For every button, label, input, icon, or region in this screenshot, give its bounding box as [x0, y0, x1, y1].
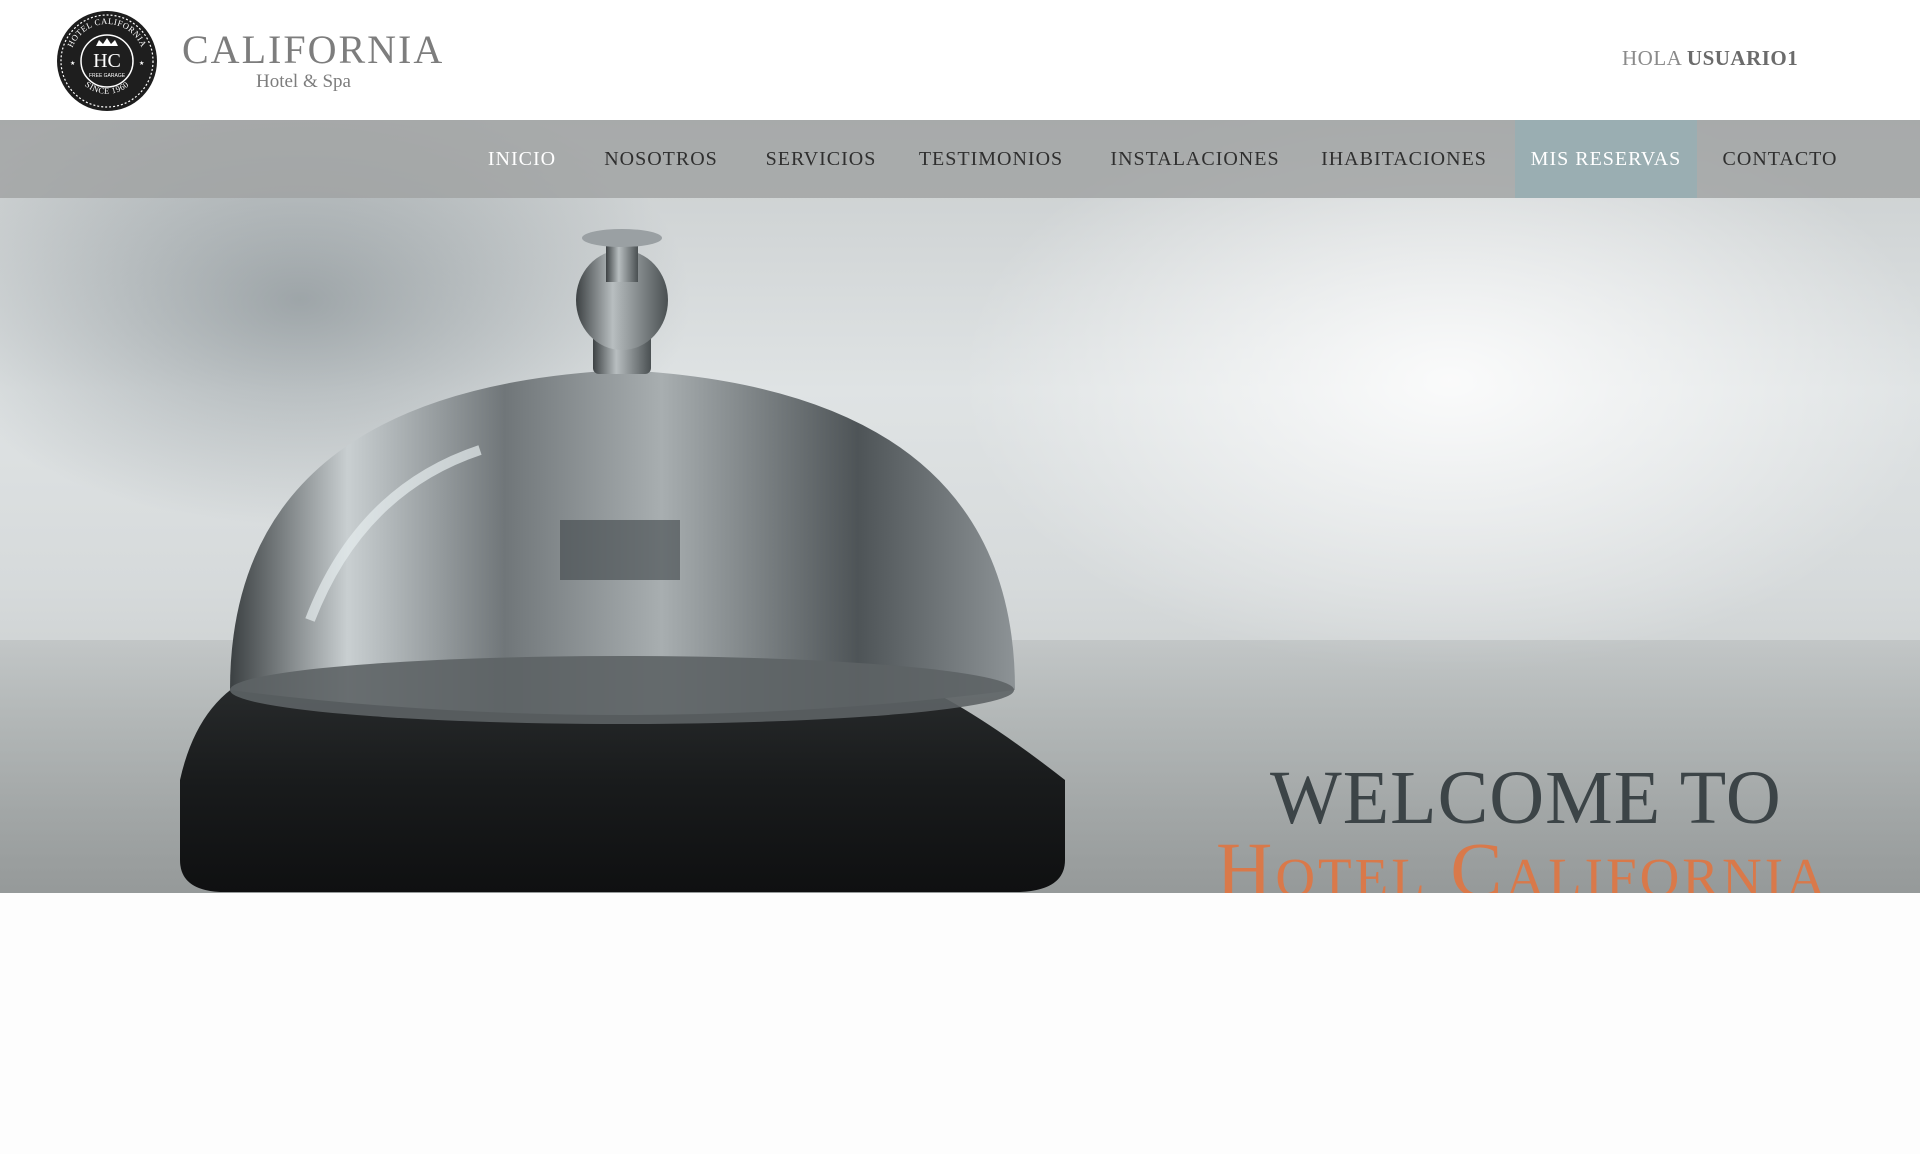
- brand-subtitle: Hotel & Spa: [256, 71, 351, 92]
- greeting-prefix: HOLA: [1622, 46, 1682, 70]
- main-nav: INICIO NOSOTROS SERVICIOS TESTIMONIOS IN…: [0, 120, 1920, 198]
- brand-name: CALIFORNIA: [182, 27, 445, 72]
- svg-text:★: ★: [139, 60, 144, 67]
- seal-initials: HC: [93, 50, 121, 72]
- nav-nosotros[interactable]: NOSOTROS: [594, 120, 728, 198]
- hotel-name-heading: Hotel California: [1216, 826, 1829, 894]
- brand[interactable]: CALIFORNIA Hotel & Spa: [182, 28, 444, 92]
- nav-servicios[interactable]: SERVICIOS: [754, 120, 888, 198]
- seal-small-text: FREE GARAGE: [89, 73, 126, 79]
- hero-banner: WELCOME TO Hotel California: [0, 120, 1920, 893]
- service-bell-image: [180, 229, 1065, 892]
- user-greeting[interactable]: HOLA USUARIO1: [1622, 46, 1798, 71]
- svg-text:★: ★: [70, 60, 75, 67]
- nav-mis-reservas[interactable]: MIS RESERVAS: [1515, 120, 1697, 198]
- nav-inicio[interactable]: INICIO: [472, 120, 572, 198]
- hotel-logo-seal[interactable]: HC FREE GARAGE HOTEL CALIFORNIA SINCE 19…: [56, 10, 158, 112]
- nav-testimonios[interactable]: TESTIMONIOS: [910, 120, 1072, 198]
- nav-habitaciones[interactable]: IHABITACIONES: [1310, 120, 1498, 198]
- page-content: [0, 893, 1920, 1154]
- nav-instalaciones[interactable]: INSTALACIONES: [1100, 120, 1290, 198]
- nav-contacto[interactable]: CONTACTO: [1712, 120, 1848, 198]
- site-header: HC FREE GARAGE HOTEL CALIFORNIA SINCE 19…: [0, 0, 1920, 120]
- username: USUARIO1: [1686, 46, 1799, 70]
